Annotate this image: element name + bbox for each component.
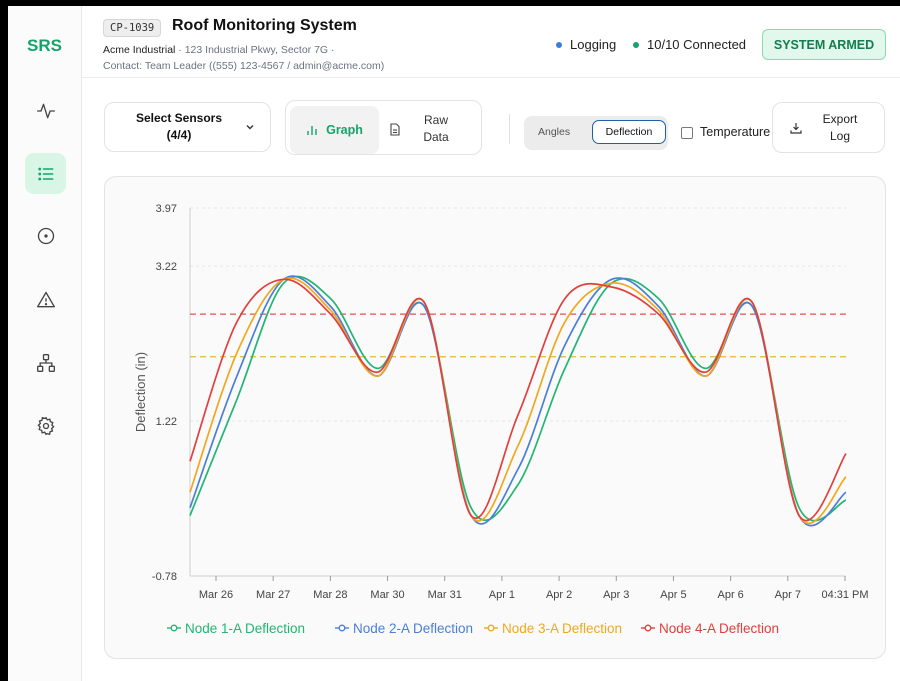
list-icon <box>37 167 53 180</box>
export-label: Export Log <box>817 111 863 145</box>
series-line-node-3 <box>189 277 847 525</box>
sidebar-item-network[interactable] <box>25 342 66 383</box>
sidebar-item-settings[interactable] <box>25 405 66 446</box>
connected-dot-icon <box>633 41 639 48</box>
x-tick-label: Mar 26 <box>199 589 233 601</box>
legend-item-node-4: Node 4-A Deflection <box>659 621 779 636</box>
y-axis-label: Deflection (in) <box>133 352 148 432</box>
raw-data-label-line2: Data <box>423 130 449 144</box>
x-tick-label: Mar 28 <box>313 589 347 601</box>
contact-info: Contact: Team Leader ((555) 123-4567 / a… <box>103 60 385 72</box>
y-tick-label: 3.97 <box>156 203 177 215</box>
deflection-toggle[interactable]: Deflection <box>592 120 666 144</box>
toolbar-divider <box>509 114 510 144</box>
export-label-line1: Export <box>822 112 858 126</box>
bar-chart-icon <box>307 126 317 135</box>
connection-status: 10/10 Connected <box>633 37 746 52</box>
alert-triangle-icon <box>36 291 55 307</box>
activity-icon <box>36 103 55 118</box>
x-tick-label: Apr 7 <box>775 589 801 601</box>
raw-data-label: Raw Data <box>418 112 454 146</box>
x-tick-label: Mar 30 <box>370 589 404 601</box>
series-line-node-1 <box>189 275 847 522</box>
logging-label: Logging <box>570 37 617 52</box>
site-info: Acme Industrial · 123 Industrial Pkwy, S… <box>103 44 335 56</box>
sidebar-item-activity[interactable] <box>25 90 66 131</box>
y-tick-label: 1.22 <box>156 416 177 428</box>
x-tick-label: Apr 3 <box>603 589 629 601</box>
temperature-checkbox[interactable] <box>681 127 693 139</box>
select-sensors-count: (4/4) <box>166 128 192 142</box>
raw-data-button[interactable]: Raw Data <box>388 107 478 151</box>
app-window: SRS CP-1039 Roof Monitoring System Acme … <box>8 6 900 681</box>
legend-marker-dot <box>170 624 178 632</box>
x-tick-label: 04:31 PM <box>821 589 868 601</box>
separator: · <box>331 44 335 56</box>
logging-dot-icon <box>556 41 562 48</box>
app-logo[interactable]: SRS <box>27 36 62 56</box>
y-tick-label: 3.22 <box>156 261 177 273</box>
company-name: Acme Industrial <box>103 44 176 56</box>
download-icon <box>790 123 802 134</box>
logging-status: Logging <box>556 37 616 52</box>
sidebar-item-list[interactable] <box>25 153 66 194</box>
sidebar-item-alerts[interactable] <box>25 279 66 320</box>
x-tick-label: Apr 2 <box>546 589 572 601</box>
legend-item-node-3: Node 3-A Deflection <box>502 621 622 636</box>
device-id-badge: CP-1039 <box>103 19 162 37</box>
select-sensors-label: Select Sensors <box>135 111 223 125</box>
system-armed-badge[interactable]: SYSTEM ARMED <box>762 29 886 60</box>
y-tick-label: -0.78 <box>152 571 177 583</box>
select-sensors-label-wrap: Select Sensors (4/4) <box>131 110 227 144</box>
temperature-label[interactable]: Temperature <box>700 125 770 139</box>
measurement-toggle: Angles Deflection <box>524 116 668 150</box>
x-tick-label: Mar 31 <box>428 589 462 601</box>
deflection-chart-card: 3.97 3.22 1.22 -0.78 Deflection (in) Mar 26 Ma… <box>104 176 886 659</box>
page-title: Roof Monitoring System <box>172 17 357 34</box>
gear-icon <box>36 416 55 435</box>
x-tick-label: Apr 5 <box>660 589 686 601</box>
export-log-button[interactable]: Export Log <box>772 102 885 153</box>
deflection-chart[interactable]: 3.97 3.22 1.22 -0.78 Deflection (in) Mar 26 Ma… <box>105 177 887 660</box>
angles-toggle[interactable]: Angles <box>538 126 570 138</box>
header: CP-1039 Roof Monitoring System Acme Indu… <box>82 6 900 78</box>
graph-label: Graph <box>326 123 363 137</box>
sidebar-item-target[interactable] <box>25 215 66 256</box>
connection-label: 10/10 Connected <box>647 37 747 52</box>
document-icon <box>390 123 400 136</box>
x-tick-label: Apr 1 <box>489 589 515 601</box>
sidebar: SRS <box>8 6 82 681</box>
legend-marker-dot <box>487 624 495 632</box>
series-line-node-2 <box>189 275 847 527</box>
raw-data-label-line1: Raw <box>423 113 448 127</box>
site-address: 123 Industrial Pkwy, Sector 7G <box>184 44 329 56</box>
export-label-line2: Log <box>829 129 851 143</box>
legend-item-node-2: Node 2-A Deflection <box>353 621 473 636</box>
graph-view-button[interactable]: Graph <box>290 106 379 154</box>
network-icon <box>36 353 55 372</box>
target-icon <box>37 227 54 244</box>
select-sensors-dropdown[interactable]: Select Sensors (4/4) <box>104 102 271 152</box>
legend-marker-dot <box>338 624 346 632</box>
x-tick-label: Mar 27 <box>256 589 290 601</box>
x-tick-label: Apr 6 <box>717 589 743 601</box>
chevron-down-icon <box>246 125 254 130</box>
legend-item-node-1: Node 1-A Deflection <box>185 621 305 636</box>
legend-marker-dot <box>644 624 652 632</box>
